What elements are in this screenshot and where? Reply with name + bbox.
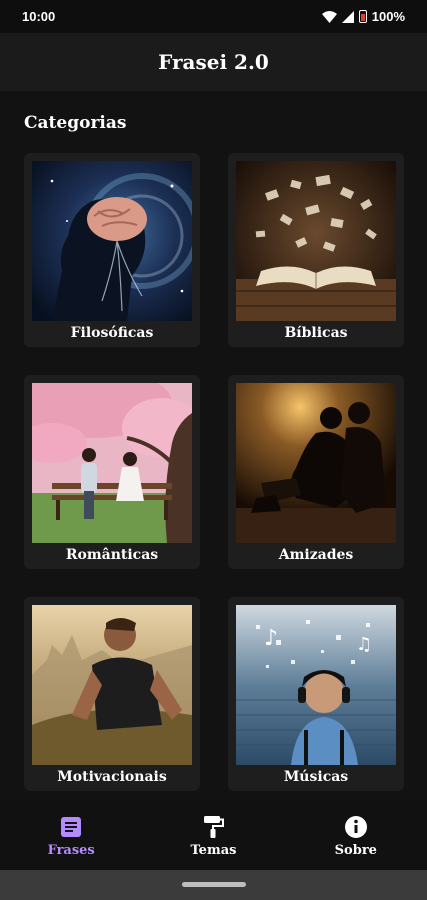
category-image-filosoficas xyxy=(32,161,192,321)
paint-roller-icon xyxy=(202,813,225,841)
category-image-amizades xyxy=(236,383,396,543)
category-card-amizades[interactable]: Amizades xyxy=(228,375,404,569)
category-card-musicas[interactable]: ♪ ♫ Músicas xyxy=(228,597,404,791)
section-title: Categorias xyxy=(24,113,127,133)
bottom-navigation: Frases Temas Sobre xyxy=(0,800,427,870)
category-label: Músicas xyxy=(283,769,349,785)
category-image-motivacionais xyxy=(32,605,192,765)
status-bar: 10:00 100% xyxy=(0,0,427,33)
notes-icon xyxy=(60,813,82,841)
category-card-motivacionais[interactable]: Motivacionais xyxy=(24,597,200,791)
system-gesture-bar xyxy=(0,870,427,900)
battery-icon xyxy=(358,10,367,23)
nav-label: Temas xyxy=(190,842,237,858)
category-label: Românticas xyxy=(65,547,159,563)
nav-item-temas[interactable]: Temas xyxy=(163,813,263,858)
svg-text:♫: ♫ xyxy=(356,634,372,655)
home-gesture-handle[interactable] xyxy=(182,882,246,887)
category-image-biblicas xyxy=(236,161,396,321)
nav-item-sobre[interactable]: Sobre xyxy=(306,813,406,858)
category-card-romanticas[interactable]: Românticas xyxy=(24,375,200,569)
svg-text:♪: ♪ xyxy=(264,626,278,651)
category-label: Filosóficas xyxy=(70,325,154,341)
nav-item-frases[interactable]: Frases xyxy=(21,813,121,858)
nav-label: Frases xyxy=(47,842,95,858)
status-time: 10:00 xyxy=(22,9,56,24)
info-icon xyxy=(344,813,368,841)
category-label: Motivacionais xyxy=(57,769,167,785)
category-label: Bíblicas xyxy=(284,325,348,341)
category-label: Amizades xyxy=(278,547,354,563)
category-card-filosoficas[interactable]: Filosóficas xyxy=(24,153,200,347)
category-card-biblicas[interactable]: Bíblicas xyxy=(228,153,404,347)
category-image-musicas: ♪ ♫ xyxy=(236,605,396,765)
status-icons: 100% xyxy=(321,9,405,24)
wifi-icon xyxy=(321,10,337,23)
nav-label: Sobre xyxy=(334,842,377,858)
battery-percent: 100% xyxy=(371,9,405,24)
signal-icon xyxy=(341,10,354,23)
app-title: Frasei 2.0 xyxy=(158,50,269,74)
category-image-romanticas xyxy=(32,383,192,543)
app-bar: Frasei 2.0 xyxy=(0,33,427,91)
